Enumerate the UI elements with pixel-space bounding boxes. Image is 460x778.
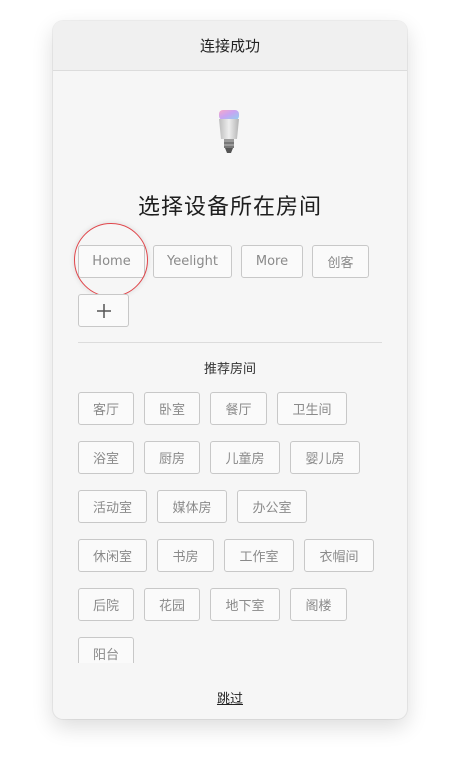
room-chip-chuangke[interactable]: 创客 — [312, 245, 369, 278]
smart-bulb-icon — [219, 110, 239, 153]
room-chip-nursery[interactable]: 婴儿房 — [290, 441, 360, 474]
room-chip-shower-room[interactable]: 浴室 — [78, 441, 134, 474]
plus-icon — [96, 303, 111, 318]
room-chip-lounge[interactable]: 休闲室 — [78, 539, 147, 572]
room-chip-kids-room[interactable]: 儿童房 — [210, 441, 280, 474]
room-chip-balcony[interactable]: 阳台 — [78, 637, 134, 663]
room-chip-kitchen[interactable]: 厨房 — [144, 441, 200, 474]
room-chip-basement[interactable]: 地下室 — [210, 588, 280, 621]
room-chip-wardrobe[interactable]: 衣帽间 — [304, 539, 374, 572]
skip-link[interactable]: 跳过 — [53, 688, 407, 707]
page-title: 连接成功 — [199, 37, 260, 55]
connect-success-panel: 连接成功 选择设备所在房间 Home Yeelight More 创客 推荐房间… — [53, 21, 407, 719]
room-chip-activity-room[interactable]: 活动室 — [78, 490, 147, 523]
title-bar: 连接成功 — [53, 21, 407, 71]
room-chip-home[interactable]: Home — [78, 245, 145, 278]
room-chip-yeelight[interactable]: Yeelight — [153, 245, 232, 278]
room-chip-media-room[interactable]: 媒体房 — [157, 490, 227, 523]
add-room-button[interactable] — [78, 294, 129, 327]
choose-room-heading: 选择设备所在房间 — [137, 195, 322, 220]
room-chip-more[interactable]: More — [241, 245, 303, 278]
room-chip-attic[interactable]: 阁楼 — [290, 588, 347, 621]
room-chip-bedroom[interactable]: 卧室 — [144, 392, 200, 425]
recommended-rooms-title: 推荐房间 — [203, 362, 256, 377]
room-chip-study[interactable]: 书房 — [157, 539, 214, 572]
room-chip-dining-room[interactable]: 餐厅 — [210, 392, 267, 425]
room-chip-garden[interactable]: 花园 — [144, 588, 200, 621]
section-divider — [78, 342, 382, 343]
room-chip-backyard[interactable]: 后院 — [78, 588, 134, 621]
room-chip-bathroom[interactable]: 卫生间 — [277, 392, 347, 425]
recommended-rooms-list: 客厅 卧室 餐厅 卫生间 浴室 厨房 儿童房 婴儿房 活动室 媒体房 办公室 休… — [53, 381, 407, 663]
room-chip-living-room[interactable]: 客厅 — [78, 392, 134, 425]
room-chip-office[interactable]: 办公室 — [237, 490, 307, 523]
room-chip-workshop[interactable]: 工作室 — [224, 539, 294, 572]
